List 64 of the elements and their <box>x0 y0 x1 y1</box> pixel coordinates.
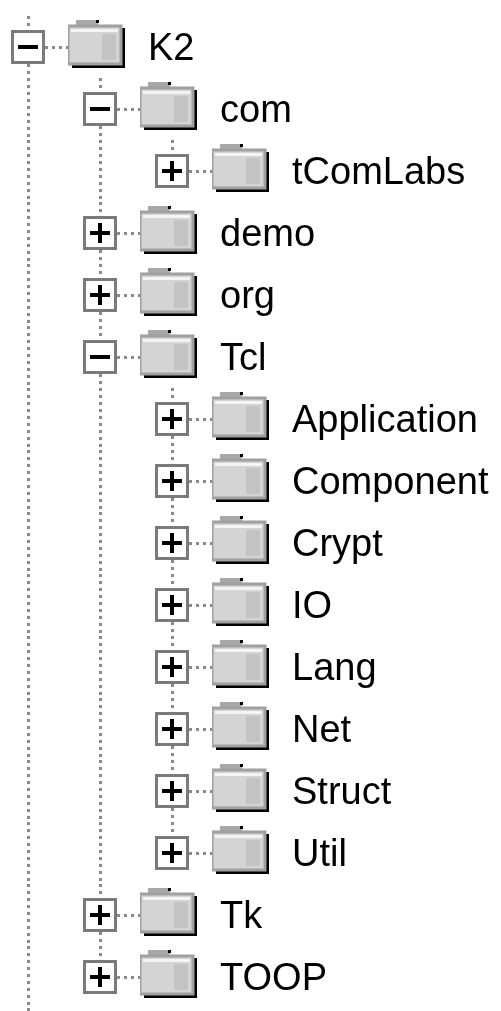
minus-icon <box>90 107 110 111</box>
expand-toggle[interactable] <box>155 774 189 808</box>
folder-icon <box>68 20 125 68</box>
plus-icon <box>162 719 182 739</box>
tree-item-label[interactable]: com <box>220 90 292 128</box>
tree-item-label[interactable]: Tk <box>220 896 263 934</box>
plus-icon <box>162 533 182 553</box>
folder-icon <box>212 454 269 502</box>
tree-item-label[interactable]: demo <box>220 214 316 252</box>
folder-icon <box>140 82 197 130</box>
folder-icon <box>140 950 197 998</box>
plus-icon <box>90 223 110 243</box>
expand-toggle[interactable] <box>83 216 117 250</box>
tree-item-label[interactable]: TOOP <box>220 958 327 996</box>
tree-item-label[interactable]: Tcl <box>220 338 267 376</box>
plus-icon <box>90 905 110 925</box>
folder-icon <box>212 392 269 440</box>
tree-item-label[interactable]: Application <box>292 400 478 438</box>
folder-icon <box>212 144 269 192</box>
folder-icon <box>212 578 269 626</box>
folder-icon <box>212 702 269 750</box>
tree-item-label[interactable]: Lang <box>292 648 377 686</box>
tree-item-label[interactable]: Crypt <box>292 524 383 562</box>
plus-icon <box>162 161 182 181</box>
folder-icon <box>140 888 197 936</box>
expand-toggle[interactable] <box>155 154 189 188</box>
folder-icon <box>212 640 269 688</box>
expand-toggle[interactable] <box>155 402 189 436</box>
folder-icon <box>212 764 269 812</box>
expand-toggle[interactable] <box>83 340 117 374</box>
expand-toggle[interactable] <box>155 712 189 746</box>
expand-toggle[interactable] <box>155 650 189 684</box>
plus-icon <box>162 657 182 677</box>
expand-toggle[interactable] <box>83 92 117 126</box>
tree-item-label[interactable]: K2 <box>148 28 195 66</box>
expand-toggle[interactable] <box>155 836 189 870</box>
folder-icon <box>212 826 269 874</box>
expand-toggle[interactable] <box>11 30 45 64</box>
plus-icon <box>162 595 182 615</box>
expand-toggle[interactable] <box>155 464 189 498</box>
folder-icon <box>212 516 269 564</box>
expand-toggle[interactable] <box>83 278 117 312</box>
minus-icon <box>18 45 38 49</box>
plus-icon <box>162 471 182 491</box>
expand-toggle[interactable] <box>83 898 117 932</box>
tree-item-label[interactable]: Component <box>292 462 489 500</box>
tree-item-label[interactable]: Net <box>292 710 352 748</box>
minus-icon <box>90 355 110 359</box>
plus-icon <box>162 409 182 429</box>
plus-icon <box>162 781 182 801</box>
folder-icon <box>140 268 197 316</box>
expand-toggle[interactable] <box>155 526 189 560</box>
tree-item-label[interactable]: org <box>220 276 275 314</box>
plus-icon <box>90 967 110 987</box>
folder-icon <box>140 330 197 378</box>
folder-icon <box>140 206 197 254</box>
plus-icon <box>162 843 182 863</box>
plus-icon <box>90 285 110 305</box>
tree-item-label[interactable]: Util <box>292 834 347 872</box>
expand-toggle[interactable] <box>83 960 117 994</box>
expand-toggle[interactable] <box>155 588 189 622</box>
tree-item-label[interactable]: tComLabs <box>292 152 466 190</box>
tree-item-label[interactable]: Struct <box>292 772 392 810</box>
tree-item-label[interactable]: IO <box>292 586 333 624</box>
